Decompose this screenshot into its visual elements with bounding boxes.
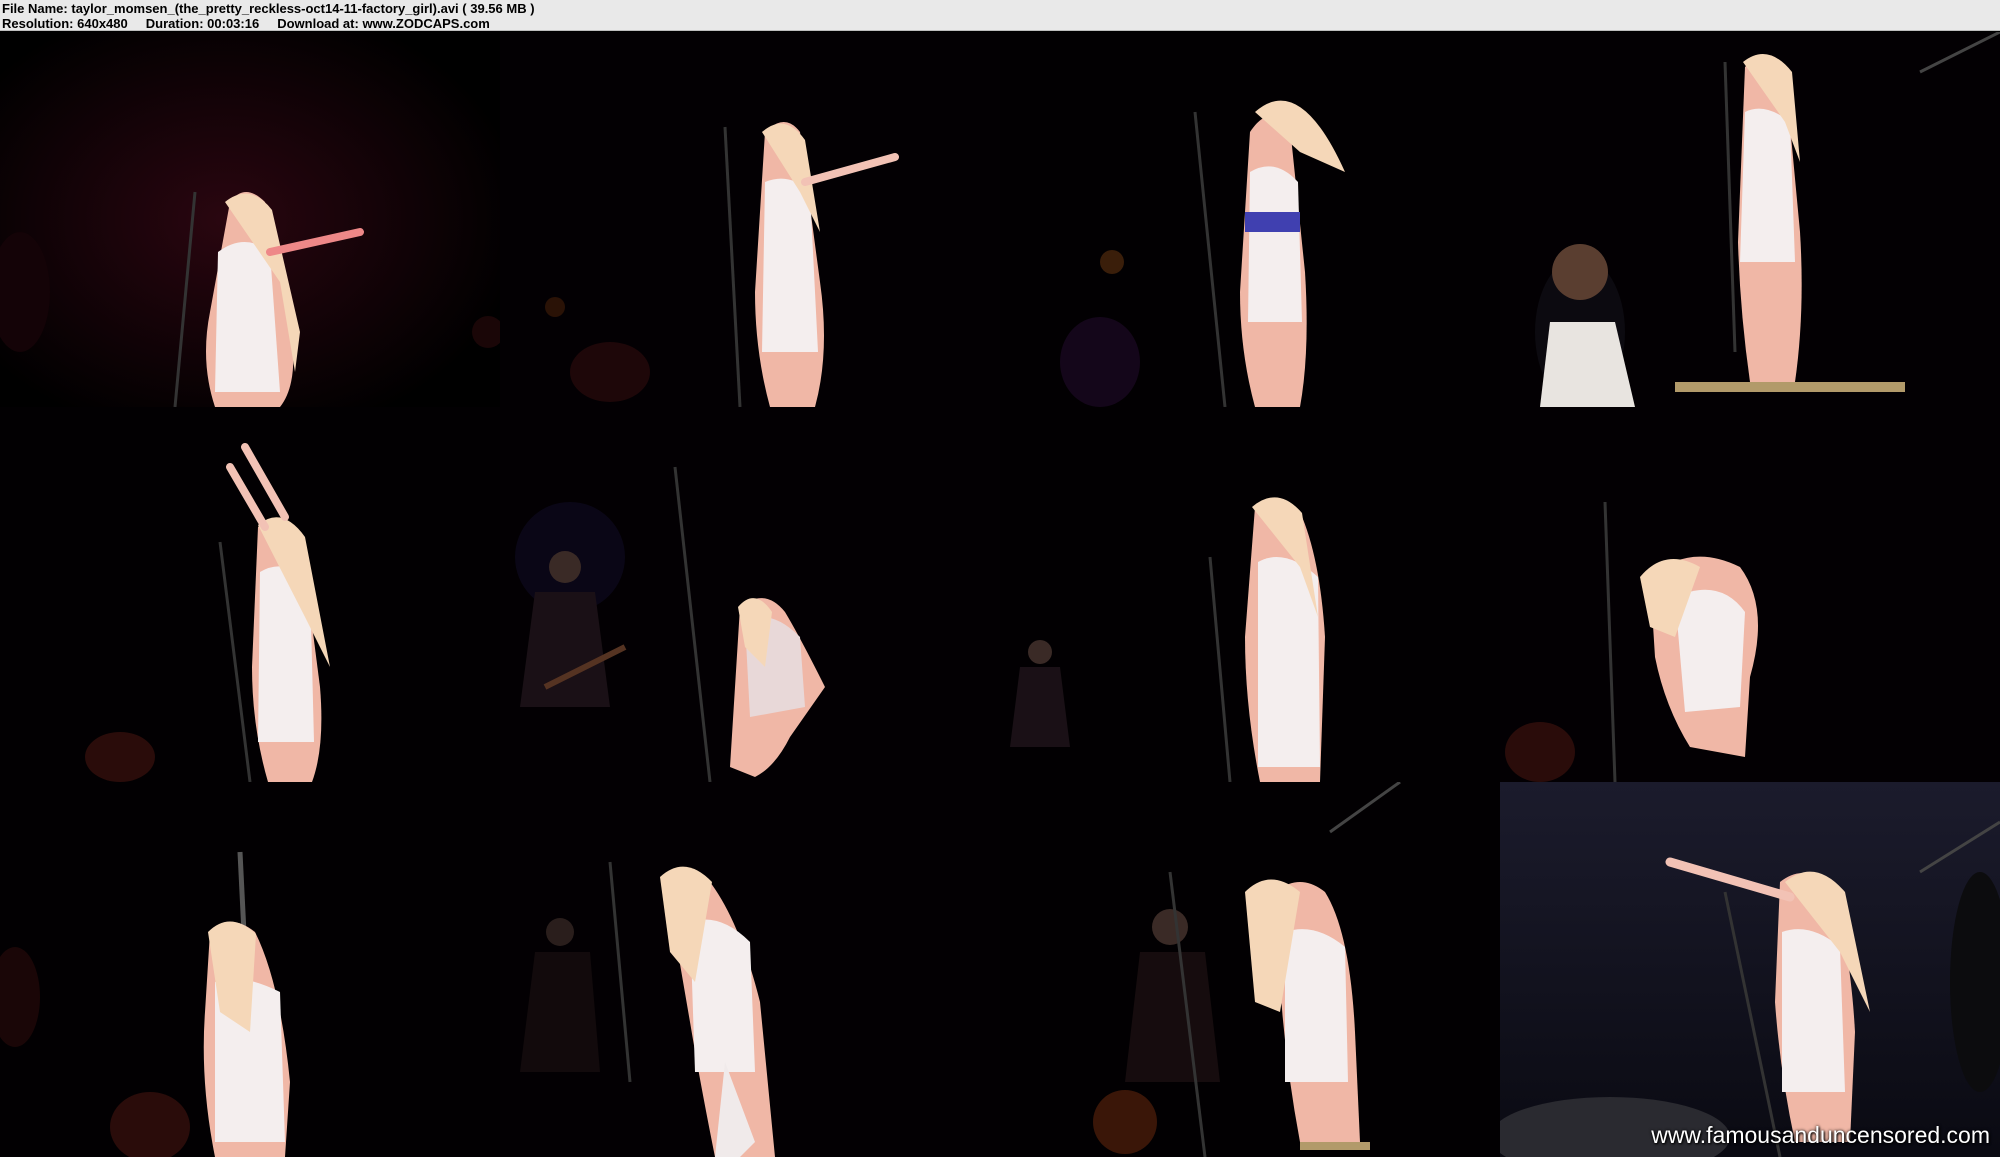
resolution-label: Resolution: [2,16,74,31]
duration-label: Duration: [145,16,204,31]
video-frame-9 [0,782,500,1157]
video-frame-6 [500,407,1000,782]
frame-3-image [1000,32,1500,407]
video-frame-7 [1000,407,1500,782]
file-name-label: File Name: [2,1,68,16]
frame-7-image [1000,407,1500,782]
video-frame-10 [500,782,1000,1157]
frame-2-image [500,32,1000,407]
frame-6-image [500,407,1000,782]
file-name-line: File Name: taylor_momsen_(the_pretty_rec… [2,1,1996,16]
frame-10-image [500,782,1000,1157]
file-meta-line: Resolution: 640x480 Duration: 00:03:16 Dow… [2,16,1996,31]
video-frame-11 [1000,782,1500,1157]
frame-5-image [0,407,500,782]
frame-4-image [1500,32,2000,407]
video-frame-3 [1000,32,1500,407]
resolution-value: 640x480 [77,16,128,31]
frame-11-image [1000,782,1500,1157]
file-name: taylor_momsen_(the_pretty_reckless-oct14… [71,1,459,16]
thumbnail-grid: www.famousanduncensored.com [0,32,2000,1157]
download-site: www.ZODCAPS.com [362,16,490,31]
frame-8-image [1500,407,2000,782]
file-size: ( 39.56 MB ) [462,1,535,16]
video-frame-5 [0,407,500,782]
duration-value: 00:03:16 [207,16,260,31]
video-frame-12: www.famousanduncensored.com [1500,782,2000,1157]
video-frame-4 [1500,32,2000,407]
video-frame-2 [500,32,1000,407]
frame-9-image [0,782,500,1157]
watermark-text: www.famousanduncensored.com [1651,1122,1990,1148]
frame-12-image [1500,782,2000,1157]
video-frame-8 [1500,407,2000,782]
video-frame-1 [0,32,500,407]
frame-1-image [0,32,500,407]
contact-sheet: File Name: taylor_momsen_(the_pretty_rec… [0,0,2000,1157]
download-label: Download at: [277,16,359,31]
file-info-header: File Name: taylor_momsen_(the_pretty_rec… [0,0,2000,31]
